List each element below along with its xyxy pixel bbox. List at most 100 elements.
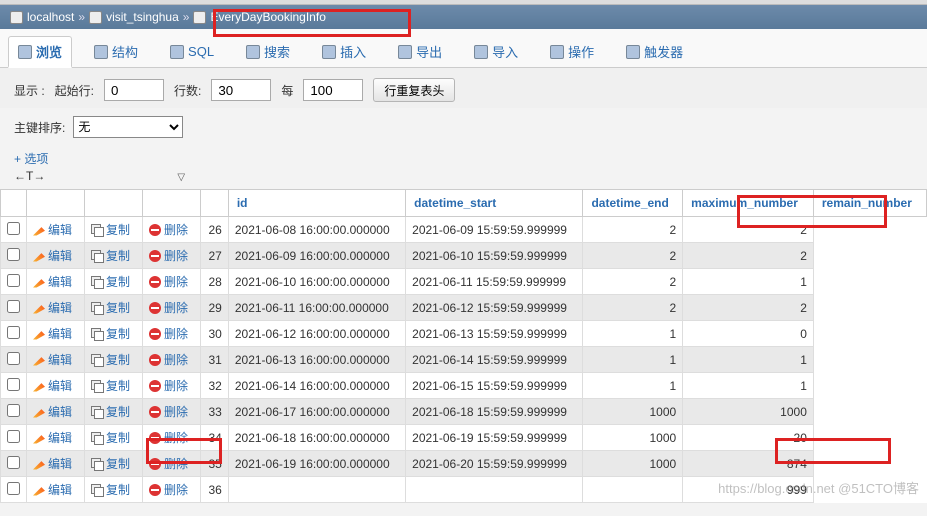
delete-button[interactable]: 删除: [149, 247, 194, 264]
cell-remain_number: 1: [683, 269, 814, 295]
cell-maximum_number: 1000: [583, 425, 683, 451]
delete-label: 删除: [164, 481, 188, 498]
tab-search[interactable]: 搜索: [236, 35, 300, 67]
pk-sort-select[interactable]: 无: [73, 116, 183, 138]
edit-button[interactable]: 编辑: [33, 351, 78, 368]
options-toggle[interactable]: + 选项: [14, 152, 48, 166]
cell-datetime_start: 2021-06-17 16:00:00.000000: [228, 399, 405, 425]
delete-button[interactable]: 删除: [149, 273, 194, 290]
delete-button[interactable]: 删除: [149, 403, 194, 420]
edit-button[interactable]: 编辑: [33, 377, 78, 394]
delete-button[interactable]: 删除: [149, 481, 194, 498]
cell-remain_number: 1000: [683, 399, 814, 425]
copy-button[interactable]: 复制: [91, 325, 136, 342]
edit-button[interactable]: 编辑: [33, 221, 78, 238]
copy-button[interactable]: 复制: [91, 247, 136, 264]
repeat-header-input[interactable]: [303, 79, 363, 101]
row-checkbox[interactable]: [7, 378, 20, 391]
row-checkbox[interactable]: [7, 300, 20, 313]
delete-button[interactable]: 删除: [149, 455, 194, 472]
edit-label: 编辑: [48, 221, 72, 238]
tab-structure[interactable]: 结构: [84, 35, 148, 67]
triggers-icon: [626, 45, 640, 59]
cell-datetime_start: 2021-06-08 16:00:00.000000: [228, 217, 405, 243]
cell-remain_number: 0: [683, 321, 814, 347]
copy-button[interactable]: 复制: [91, 455, 136, 472]
delete-icon: [149, 328, 161, 340]
copy-icon: [91, 432, 103, 444]
row-checkbox[interactable]: [7, 430, 20, 443]
col-datetime_start[interactable]: datetime_start: [406, 190, 583, 217]
delete-button[interactable]: 删除: [149, 377, 194, 394]
insert-icon: [322, 45, 336, 59]
delete-button[interactable]: 删除: [149, 325, 194, 342]
edit-icon: [33, 224, 45, 236]
col-datetime_end[interactable]: datetime_end: [583, 190, 683, 217]
chevron-right-icon: »: [78, 10, 85, 24]
edit-button[interactable]: 编辑: [33, 299, 78, 316]
cell-remain_number: 2: [683, 243, 814, 269]
operations-icon: [550, 45, 564, 59]
row-checkbox[interactable]: [7, 482, 20, 495]
col-remain_number[interactable]: remain_number: [813, 190, 926, 217]
repeat-header-button[interactable]: 行重复表头: [373, 78, 455, 102]
edit-label: 编辑: [48, 351, 72, 368]
delete-icon: [149, 380, 161, 392]
tab-browse[interactable]: 浏览: [8, 36, 72, 68]
row-checkbox[interactable]: [7, 222, 20, 235]
tab-insert[interactable]: 插入: [312, 35, 376, 67]
cell-datetime_end: 2021-06-19 15:59:59.999999: [406, 425, 583, 451]
tab-operations[interactable]: 操作: [540, 35, 604, 67]
cell-remain_number: 1: [683, 347, 814, 373]
row-checkbox[interactable]: [7, 456, 20, 469]
delete-label: 删除: [164, 221, 188, 238]
copy-button[interactable]: 复制: [91, 429, 136, 446]
breadcrumb-db[interactable]: visit_tsinghua: [106, 10, 179, 24]
col-id[interactable]: id: [228, 190, 405, 217]
edit-button[interactable]: 编辑: [33, 481, 78, 498]
edit-button[interactable]: 编辑: [33, 403, 78, 420]
edit-button[interactable]: 编辑: [33, 325, 78, 342]
copy-button[interactable]: 复制: [91, 221, 136, 238]
row-checkbox[interactable]: [7, 326, 20, 339]
per-label: 每: [281, 82, 293, 99]
copy-button[interactable]: 复制: [91, 403, 136, 420]
tab-import[interactable]: 导入: [464, 35, 528, 67]
copy-button[interactable]: 复制: [91, 377, 136, 394]
tab-export[interactable]: 导出: [388, 35, 452, 67]
copy-button[interactable]: 复制: [91, 481, 136, 498]
edit-button[interactable]: 编辑: [33, 429, 78, 446]
edit-button[interactable]: 编辑: [33, 247, 78, 264]
row-checkbox[interactable]: [7, 274, 20, 287]
edit-label: 编辑: [48, 273, 72, 290]
row-checkbox[interactable]: [7, 404, 20, 417]
tab-sql[interactable]: SQL: [160, 35, 224, 67]
row-checkbox[interactable]: [7, 352, 20, 365]
copy-button[interactable]: 复制: [91, 351, 136, 368]
cell-remain_number: 874: [683, 451, 814, 477]
copy-label: 复制: [106, 247, 130, 264]
copy-button[interactable]: 复制: [91, 299, 136, 316]
row-count-input[interactable]: [211, 79, 271, 101]
cell-remain_number: 2: [683, 217, 814, 243]
delete-button[interactable]: 删除: [149, 429, 194, 446]
copy-button[interactable]: 复制: [91, 273, 136, 290]
col-maximum_number[interactable]: maximum_number: [683, 190, 814, 217]
cell-maximum_number: 2: [583, 295, 683, 321]
tab-triggers[interactable]: 触发器: [616, 35, 693, 67]
delete-button[interactable]: 删除: [149, 221, 194, 238]
breadcrumb: localhost » visit_tsinghua » EveryDayBoo…: [0, 5, 927, 29]
delete-button[interactable]: 删除: [149, 351, 194, 368]
cell-datetime_start: 2021-06-18 16:00:00.000000: [228, 425, 405, 451]
edit-icon: [33, 458, 45, 470]
edit-button[interactable]: 编辑: [33, 273, 78, 290]
cell-id: 33: [201, 399, 229, 425]
edit-button[interactable]: 编辑: [33, 455, 78, 472]
breadcrumb-table[interactable]: EveryDayBookingInfo: [210, 10, 325, 24]
row-checkbox[interactable]: [7, 248, 20, 261]
cell-datetime_start: 2021-06-12 16:00:00.000000: [228, 321, 405, 347]
copy-label: 复制: [106, 351, 130, 368]
start-row-input[interactable]: [104, 79, 164, 101]
delete-button[interactable]: 删除: [149, 299, 194, 316]
breadcrumb-server[interactable]: localhost: [27, 10, 74, 24]
